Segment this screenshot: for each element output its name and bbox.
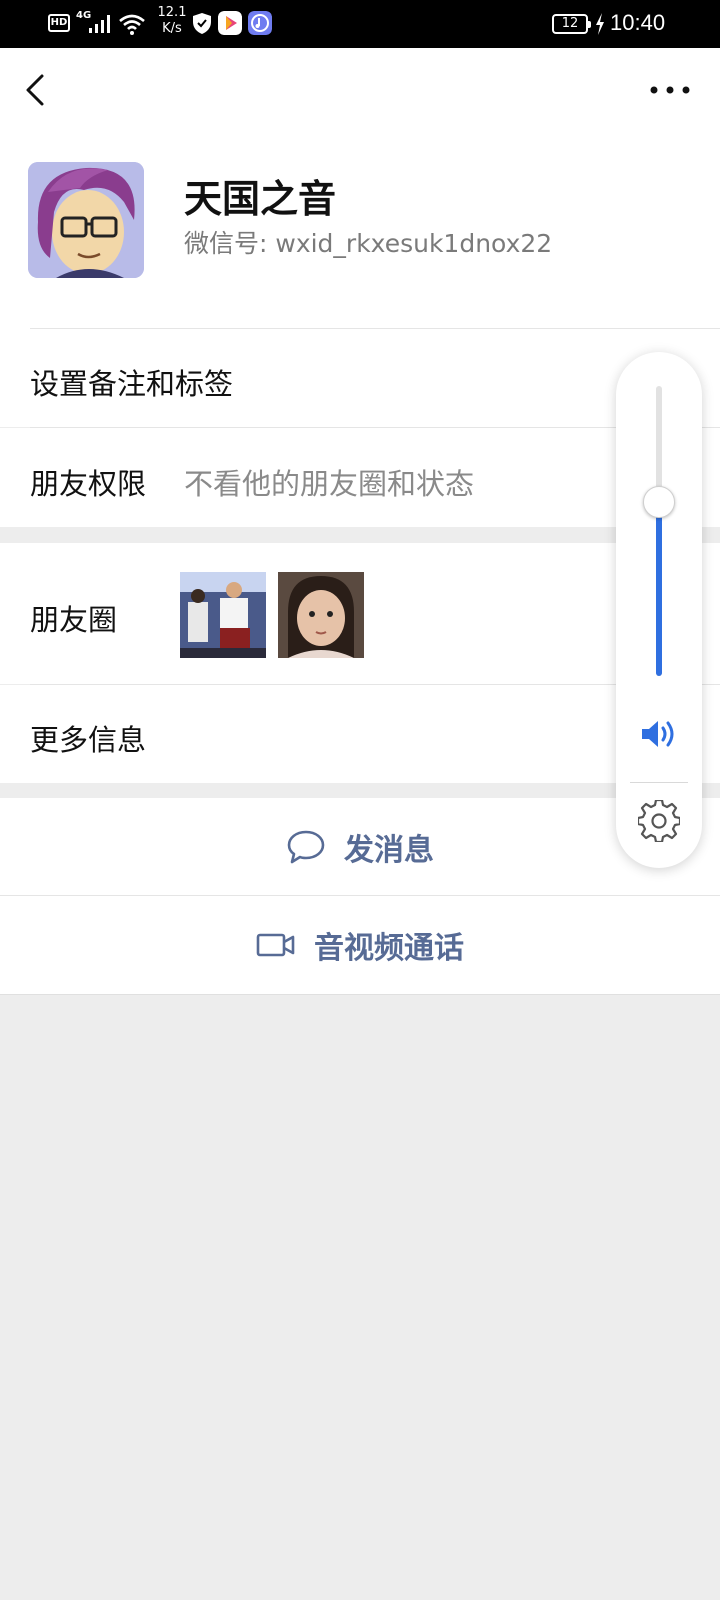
- speaker-icon[interactable]: [639, 718, 679, 750]
- audio-video-call-button[interactable]: 音视频通话: [0, 896, 720, 994]
- friend-permission-value: 不看他的朋友圈和状态: [184, 467, 475, 501]
- status-bar: HD 4G 12.1 K/s 12 10:40: [0, 0, 720, 48]
- moments-row[interactable]: 朋友圈: [0, 543, 720, 684]
- clock: 10:40: [610, 10, 666, 35]
- chevron-left-icon[interactable]: [18, 70, 54, 110]
- friend-permission-label: 朋友权限: [30, 467, 147, 501]
- moment-photo-2: [278, 572, 364, 658]
- avatar[interactable]: [28, 162, 144, 278]
- video-app-icon: [218, 11, 242, 35]
- chat-bubble-icon: [287, 830, 325, 863]
- hd-icon: HD: [48, 14, 70, 32]
- send-message-label: 发消息: [344, 832, 434, 868]
- moments-label: 朋友圈: [30, 603, 118, 637]
- divider: [0, 994, 720, 995]
- more-info-label: 更多信息: [30, 723, 147, 757]
- moment-thumbnail-2: [278, 572, 364, 658]
- audio-video-call-label: 音视频通话: [314, 931, 464, 966]
- avatar-image: [28, 162, 144, 278]
- contact-name: 天国之音: [184, 177, 337, 221]
- more-dots-icon[interactable]: [648, 78, 692, 102]
- gear-icon[interactable]: [638, 800, 680, 842]
- network-speed: 12.1 K/s: [152, 5, 192, 37]
- moment-photo-1: [180, 572, 266, 658]
- volume-panel: [616, 352, 702, 868]
- signal-icon: [89, 15, 110, 33]
- profile-header: 天国之音 微信号: wxid_rkxesuk1dnox22: [0, 138, 720, 335]
- music-app-icon: [248, 11, 272, 35]
- contact-profile-screen: HD 4G 12.1 K/s 12 10:40 天国之音 微信号: wxid_r…: [0, 0, 720, 1600]
- wechat-id: 微信号: wxid_rkxesuk1dnox22: [184, 229, 553, 258]
- wifi-icon: [119, 14, 145, 35]
- moment-thumbnail-1: [180, 572, 266, 658]
- top-nav-bar: [0, 48, 720, 138]
- video-camera-icon: [256, 933, 295, 957]
- divider: [630, 782, 688, 783]
- shield-icon: [193, 13, 211, 34]
- volume-slider-handle[interactable]: [643, 486, 675, 518]
- remark-tags-row[interactable]: 设置备注和标签: [0, 329, 720, 427]
- remark-tags-label: 设置备注和标签: [30, 367, 234, 401]
- more-info-row[interactable]: 更多信息: [0, 685, 720, 783]
- battery-icon: 12: [552, 14, 591, 34]
- send-message-button[interactable]: 发消息: [0, 798, 720, 895]
- charging-icon: [596, 13, 604, 35]
- speed-unit: K/s: [162, 21, 182, 36]
- friend-permission-row[interactable]: 朋友权限 不看他的朋友圈和状态: [0, 428, 720, 527]
- speed-value: 12.1: [157, 5, 187, 20]
- volume-slider-fill: [656, 502, 662, 676]
